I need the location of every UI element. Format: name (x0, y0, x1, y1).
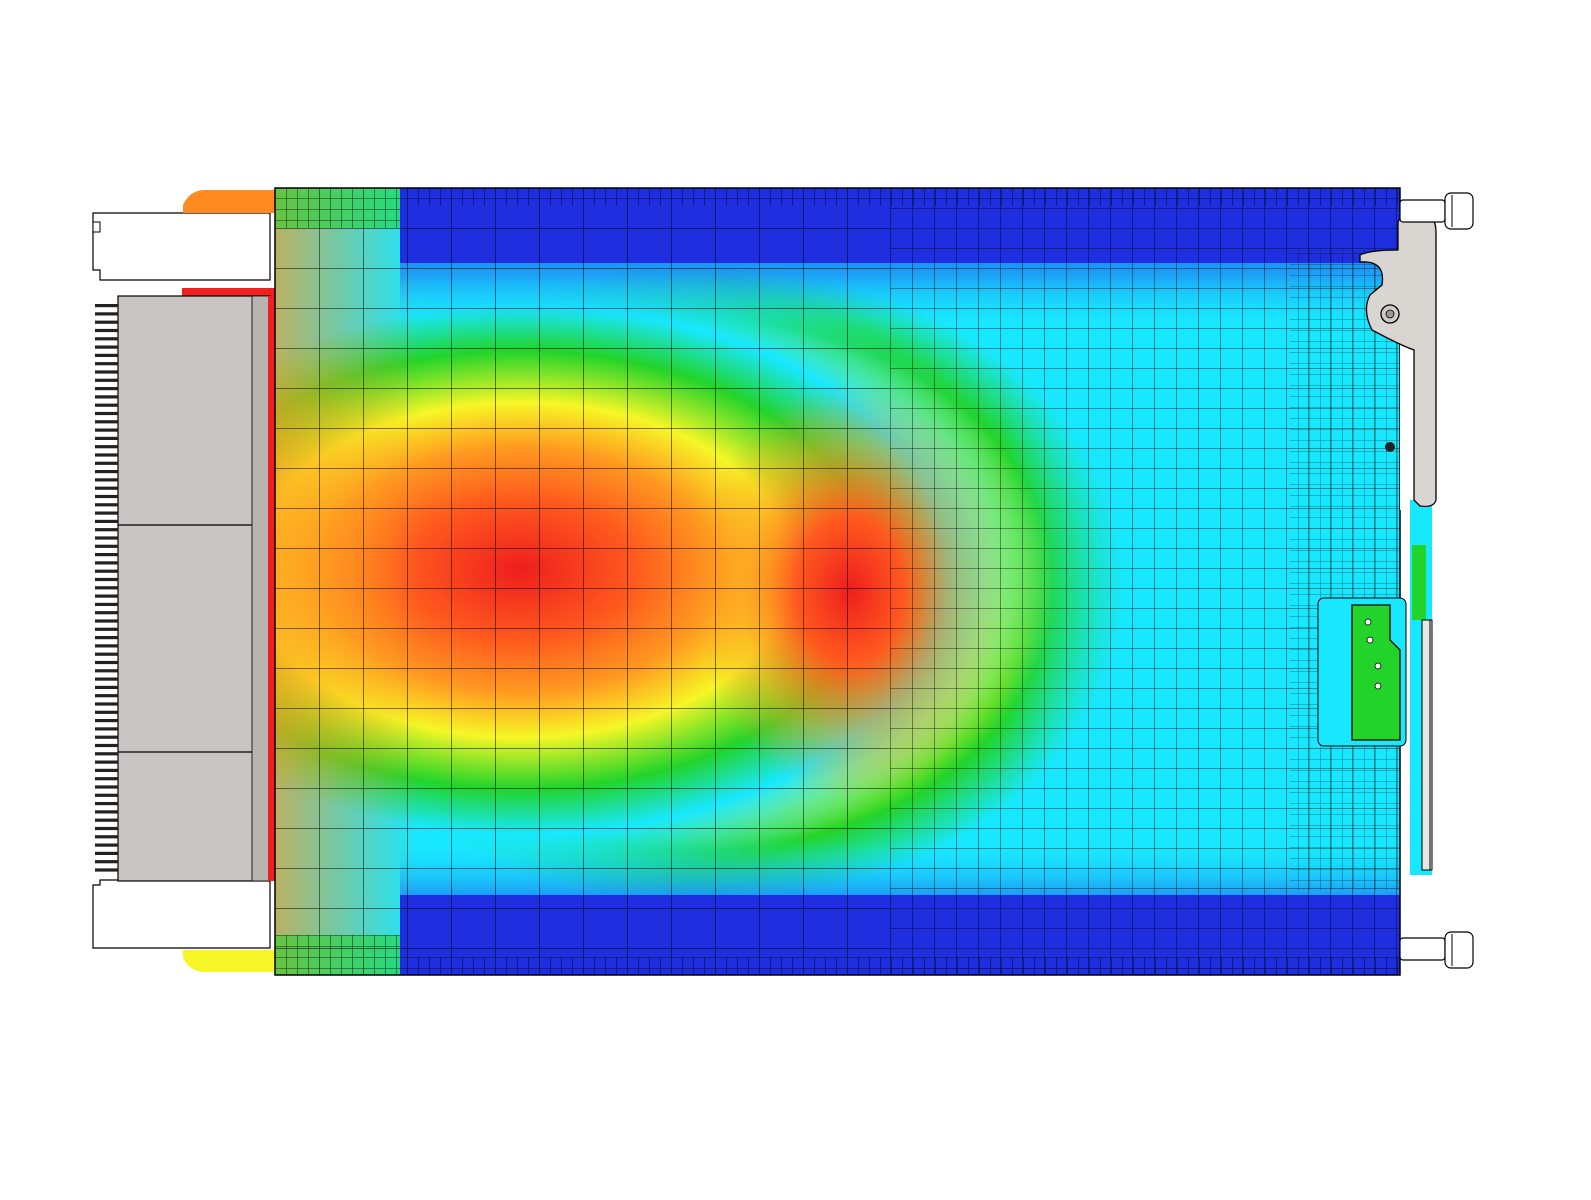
connector-pin (95, 752, 118, 756)
connector-pin (95, 328, 118, 333)
connector-pin (95, 860, 118, 864)
connector-pin (95, 835, 118, 839)
connector-pin (95, 353, 118, 357)
panel-component (1317, 597, 1407, 747)
connector-pin (95, 503, 118, 507)
connector-pin (95, 387, 118, 391)
connector-pin (95, 760, 118, 764)
connector-pin (95, 719, 118, 723)
connector-pin (95, 843, 118, 847)
connector-pin (95, 627, 118, 631)
connector-pin (95, 727, 118, 731)
connector-pin (95, 470, 118, 474)
connector-pin (95, 453, 118, 457)
connector-pin (95, 411, 118, 416)
connector-pin (95, 851, 118, 855)
connector-pin (95, 669, 118, 673)
connector-pin (95, 536, 118, 540)
connector-pin (95, 702, 118, 706)
connector-pin (95, 644, 118, 648)
connector-pin (95, 420, 118, 424)
connector-pin (95, 636, 118, 640)
connector-pin (95, 602, 118, 606)
connector-pin (95, 486, 118, 490)
connector-pin (95, 577, 118, 582)
connector-pin (95, 826, 118, 831)
connector-pin (95, 685, 118, 689)
connector-pin (95, 569, 118, 573)
backplane-connector (95, 295, 275, 882)
connector-pin (95, 362, 118, 366)
connector-pins (95, 304, 118, 872)
connector-pin (95, 519, 118, 523)
connector-pin (95, 428, 118, 432)
connector-pin (95, 511, 118, 515)
connector-pin (95, 777, 118, 781)
connector-pin (95, 785, 118, 789)
connector-pin (95, 793, 118, 797)
connector-pin (95, 436, 118, 440)
thermal-field (275, 188, 1400, 975)
connector-pin (95, 445, 118, 449)
connector-pin (95, 403, 118, 407)
connector-pin (95, 735, 118, 739)
connector-pin (95, 652, 118, 656)
connector-pin (95, 802, 118, 806)
connector-pin (95, 395, 118, 399)
connector-pin (95, 818, 118, 822)
connector-pin (95, 710, 118, 714)
connector-pin (95, 312, 118, 316)
connector-pin (95, 378, 118, 382)
connector-pin (95, 304, 118, 308)
connector-pin (95, 544, 118, 548)
connector-pin (95, 594, 118, 598)
connector-pin (95, 320, 118, 324)
thermal-scene (0, 0, 1591, 1200)
connector-pin (95, 677, 118, 681)
connector-pin (95, 478, 118, 482)
connector-pin (95, 611, 118, 615)
connector-pin (95, 660, 118, 665)
connector-pin (95, 810, 118, 814)
connector-pin (95, 345, 118, 349)
connector-pin (95, 494, 118, 499)
connector-pin (95, 694, 118, 698)
connector-pin (95, 619, 118, 623)
connector-pin (95, 370, 118, 374)
connector-pin (95, 868, 118, 872)
connector-pin (95, 586, 118, 590)
connector-pin (95, 743, 118, 748)
connector-pin (95, 461, 118, 465)
connector-pin (95, 337, 118, 341)
connector-pin (95, 528, 118, 532)
connector-pin (95, 561, 118, 565)
connector-pin (95, 768, 118, 772)
connector-pin (95, 553, 118, 557)
